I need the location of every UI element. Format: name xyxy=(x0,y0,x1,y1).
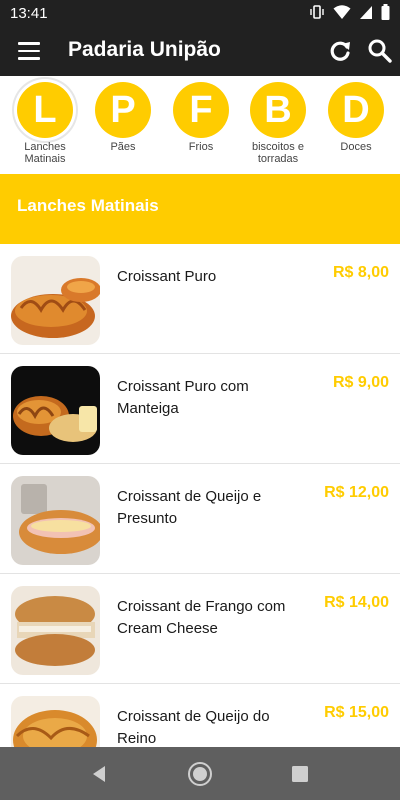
product-item[interactable]: Croissant de Frango com Cream Cheese R$ … xyxy=(0,574,400,684)
section-header: Lanches Matinais xyxy=(0,174,400,244)
product-price: R$ 9,00 xyxy=(332,374,389,391)
battery-icon xyxy=(381,4,390,20)
product-item[interactable]: Croissant Puro R$ 8,00 xyxy=(0,244,400,354)
product-name: Croissant de Queijo do Reino xyxy=(117,708,270,747)
product-name: Croissant Puro xyxy=(117,268,217,285)
category-letter: P xyxy=(95,82,151,138)
product-name: Croissant de Frango com Cream Cheese xyxy=(117,598,286,637)
product-price: R$ 15,00 xyxy=(324,704,389,721)
product-item[interactable]: Croissant de Queijo e Presunto R$ 12,00 xyxy=(0,464,400,574)
category-label: biscoitos e torradas xyxy=(252,141,304,165)
status-time: 13:41 xyxy=(10,5,48,22)
navigation-bar xyxy=(0,747,400,800)
menu-icon[interactable] xyxy=(18,42,40,60)
app-title: Padaria Unipão xyxy=(68,38,221,61)
product-image xyxy=(11,476,100,565)
product-price: R$ 8,00 xyxy=(332,264,389,281)
signal-icon xyxy=(360,6,372,19)
status-icons xyxy=(309,4,390,20)
category-paes[interactable]: P Pães xyxy=(93,82,153,153)
category-letter: D xyxy=(328,82,384,138)
category-letter: F xyxy=(173,82,229,138)
category-label: Doces xyxy=(340,141,372,153)
category-frios[interactable]: F Frios xyxy=(171,82,231,153)
category-label: Pães xyxy=(110,141,136,153)
product-item[interactable]: Croissant Puro com Manteiga R$ 9,00 xyxy=(0,354,400,464)
category-doces[interactable]: D Doces xyxy=(326,82,386,153)
section-title: Lanches Matinais xyxy=(17,196,159,215)
recents-icon[interactable] xyxy=(289,763,311,785)
category-bar: L Lanches Matinais P Pães F Frios B bisc… xyxy=(0,76,400,174)
category-label: Frios xyxy=(188,141,214,153)
category-lanches-matinais[interactable]: L Lanches Matinais xyxy=(15,82,75,165)
app-bar: Padaria Unipão xyxy=(0,26,400,76)
vibrate-icon xyxy=(310,5,324,19)
search-icon[interactable] xyxy=(367,38,393,64)
back-icon[interactable] xyxy=(89,763,111,785)
product-name: Croissant de Queijo e Presunto xyxy=(117,488,262,527)
product-item[interactable]: Croissant de Queijo do Reino R$ 15,00 xyxy=(0,684,400,747)
product-price: R$ 14,00 xyxy=(324,594,389,611)
status-bar: 13:41 xyxy=(0,0,400,26)
category-letter: B xyxy=(250,82,306,138)
product-price: R$ 12,00 xyxy=(324,484,389,501)
product-image xyxy=(11,586,100,675)
home-icon[interactable] xyxy=(187,761,213,787)
product-image xyxy=(11,366,100,455)
category-letter: L xyxy=(17,82,73,138)
product-name: Croissant Puro com Manteiga xyxy=(117,378,249,417)
product-image xyxy=(11,256,100,345)
wifi-icon xyxy=(333,5,351,19)
category-biscoitos[interactable]: B biscoitos e torradas xyxy=(249,82,307,165)
product-image xyxy=(11,696,100,747)
refresh-icon[interactable] xyxy=(327,38,353,64)
category-label: Lanches Matinais xyxy=(24,141,66,165)
product-list[interactable]: Croissant Puro R$ 8,00 Croissant Puro co… xyxy=(0,244,400,747)
